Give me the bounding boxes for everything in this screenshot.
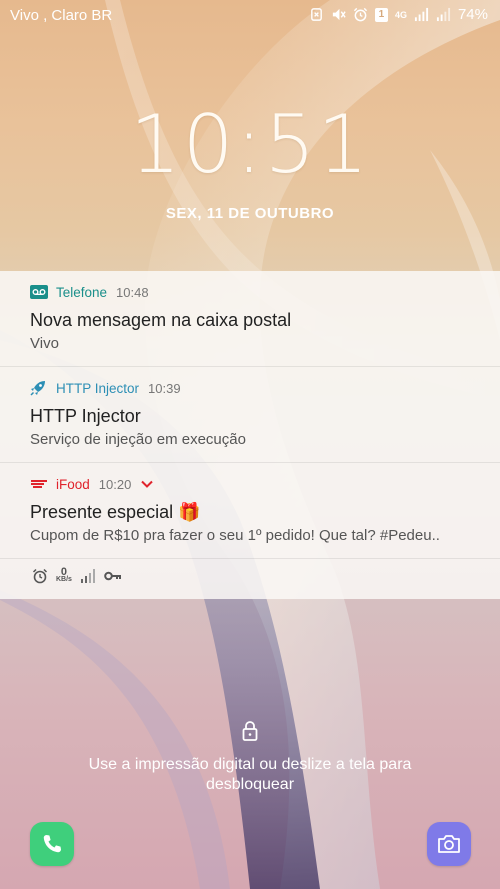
- notification-time: 10:48: [116, 284, 149, 300]
- lock-icon: [242, 721, 258, 741]
- notification-status-icons: 0 KB/s: [32, 566, 122, 584]
- network-speed-unit: KB/s: [56, 576, 72, 583]
- signal-icon: [414, 7, 429, 22]
- notification-title: Nova mensagem na caixa postal: [30, 310, 292, 330]
- phone-shortcut-button[interactable]: [30, 822, 74, 866]
- notification-http-injector[interactable]: HTTP Injector 10:39 HTTP Injector Serviç…: [0, 367, 500, 463]
- alarm-icon: [353, 7, 368, 22]
- notification-app-name: iFood: [56, 476, 90, 492]
- notification-time: 10:39: [148, 380, 181, 396]
- camera-shortcut-button[interactable]: [427, 822, 471, 866]
- ifood-logo-icon: [30, 476, 48, 492]
- sim-badge: 1: [374, 7, 388, 22]
- alarm-icon: [32, 568, 48, 584]
- network-speed-indicator: 0 KB/s: [56, 566, 72, 584]
- notification-app-name: Telefone: [56, 284, 108, 300]
- rocket-icon: [30, 380, 48, 396]
- notification-text: Vivo: [30, 335, 59, 352]
- chevron-down-icon[interactable]: [141, 480, 154, 488]
- network-speed-value: 0: [60, 566, 68, 578]
- notification-text: Cupom de R$10 pra fazer o seu 1º pedido!…: [30, 527, 440, 544]
- notification-app-name: HTTP Injector: [56, 380, 140, 396]
- lockscreen-date: SEX, 11 DE OUTUBRO: [165, 205, 335, 222]
- unlock-hint: Use a impressão digital ou deslize a tel…: [88, 756, 412, 793]
- carrier-name: Vivo , Claro BR: [10, 7, 113, 24]
- notification-ifood[interactable]: iFood 10:20 Presente especial 🎁 Cupom de…: [0, 463, 500, 559]
- notification-text: Serviço de injeção em execução: [30, 431, 246, 448]
- camera-icon: [438, 835, 460, 853]
- signal-icon-secondary: [436, 7, 451, 22]
- notification-title: Presente especial 🎁: [30, 502, 201, 522]
- notification-telefone[interactable]: Telefone 10:48 Nova mensagem na caixa po…: [0, 271, 500, 367]
- notification-time: 10:20: [98, 476, 132, 492]
- network-type: 4G: [394, 9, 407, 20]
- lockscreen-clock: 10:51: [129, 98, 371, 191]
- notification-panel: Telefone 10:48 Nova mensagem na caixa po…: [0, 271, 500, 599]
- data-saver-icon: [311, 8, 322, 21]
- battery-percentage: 74%: [457, 6, 488, 23]
- signal-icon: [80, 569, 95, 583]
- status-bar: Vivo , Claro BR 1 4G 74%: [0, 0, 500, 32]
- key-icon: [104, 571, 121, 581]
- mute-icon: [332, 8, 346, 21]
- notification-title: HTTP Injector: [30, 406, 141, 426]
- phone-icon: [43, 835, 61, 853]
- voicemail-icon: [30, 284, 48, 300]
